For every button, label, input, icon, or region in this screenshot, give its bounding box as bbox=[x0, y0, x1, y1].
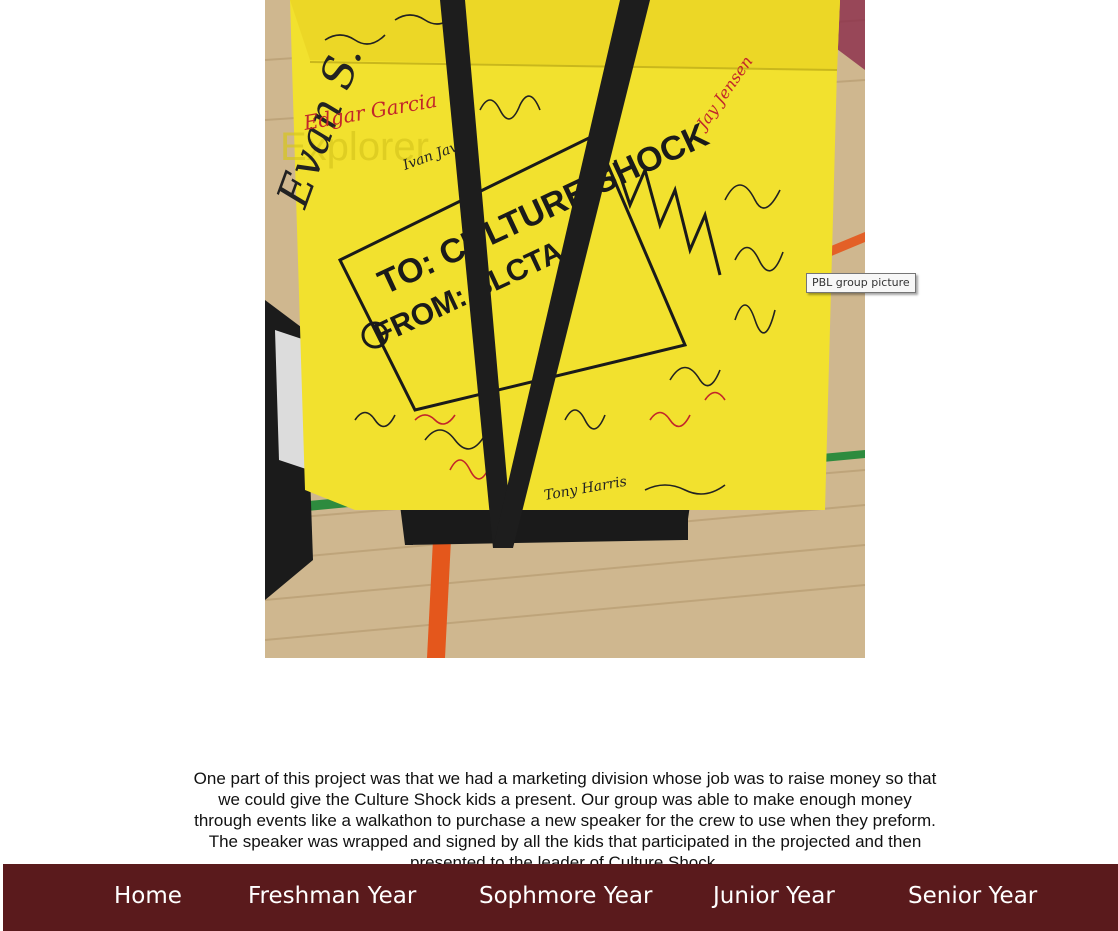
nav-senior-year-link[interactable]: Senior Year bbox=[908, 883, 1037, 909]
nav-sophmore-year-link[interactable]: Sophmore Year bbox=[479, 883, 652, 909]
nav-junior-year-link[interactable]: Junior Year bbox=[713, 883, 835, 909]
nav-freshman-year-link[interactable]: Freshman Year bbox=[248, 883, 416, 909]
image-tooltip: PBL group picture bbox=[806, 273, 916, 293]
pbl-group-picture: Explorer TO: CULTURE SHOCK FROM: SLCTA E… bbox=[265, 0, 865, 658]
bottom-nav-bar: Home Freshman Year Sophmore Year Junior … bbox=[3, 864, 1118, 931]
page: Explorer TO: CULTURE SHOCK FROM: SLCTA E… bbox=[0, 0, 1118, 931]
speaker-photo: Explorer TO: CULTURE SHOCK FROM: SLCTA E… bbox=[265, 0, 865, 658]
nav-home-link[interactable]: Home bbox=[114, 883, 182, 909]
project-description: One part of this project was that we had… bbox=[193, 769, 937, 872]
